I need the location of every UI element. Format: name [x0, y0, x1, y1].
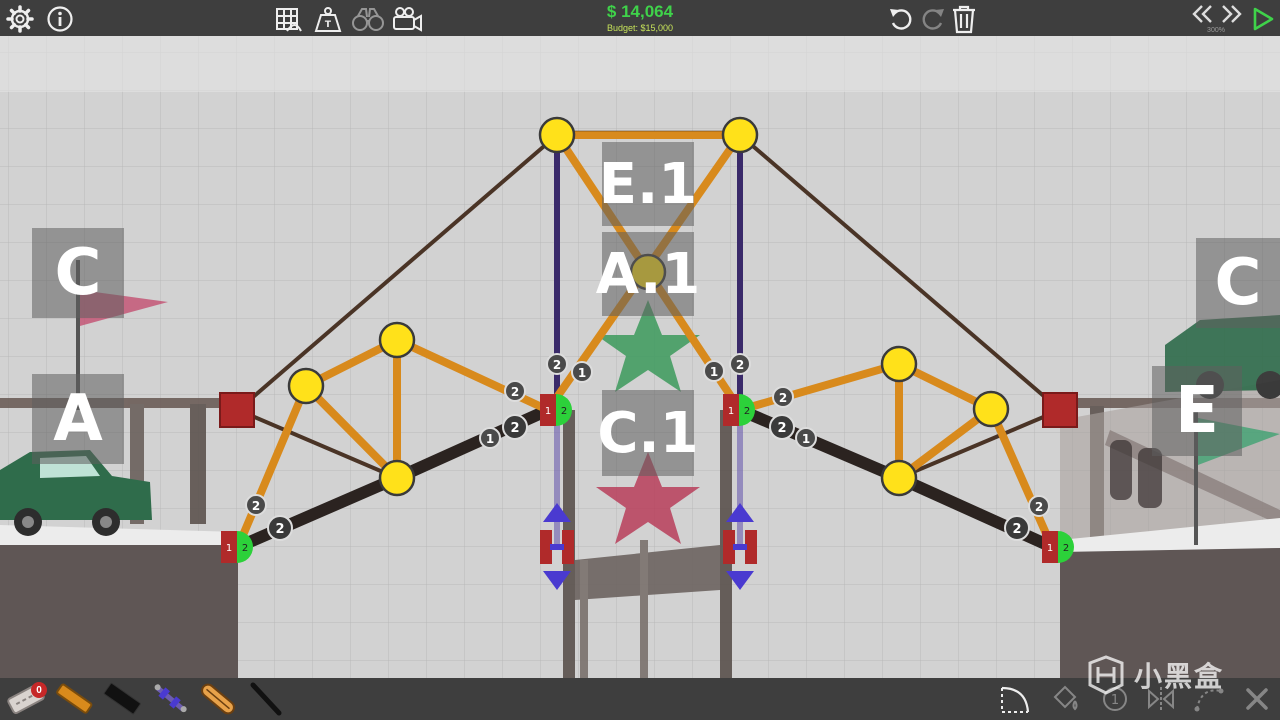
game-viewport[interactable]: 1 2 1 2 1 2 1 2 2 2 2 2 1 2 1 2 1 2 2 1 …: [0, 0, 1280, 720]
info-icon[interactable]: [45, 4, 75, 34]
svg-text:2: 2: [1012, 522, 1021, 537]
svg-text:2: 2: [1063, 543, 1069, 554]
hydraulics-material-icon[interactable]: [148, 680, 192, 718]
checkpoint-a1: A.1: [596, 232, 700, 316]
svg-text:1: 1: [802, 432, 810, 446]
split-joint-bottom-left[interactable]: 1 2: [221, 531, 253, 563]
svg-text:2: 2: [777, 421, 786, 436]
watermark: 小黑盒: [1086, 650, 1246, 700]
wood-material-icon[interactable]: [52, 680, 96, 718]
camera-icon[interactable]: [390, 4, 424, 34]
scene-svg: 1 2 1 2 1 2 1 2 2 2 2 2 1 2 1 2 1 2 2 1 …: [0, 0, 1280, 720]
svg-text:2: 2: [252, 499, 260, 513]
play-icon[interactable]: [1248, 4, 1278, 34]
checkpoint-c-right: C: [1196, 238, 1280, 328]
svg-text:2: 2: [744, 406, 750, 417]
road-count-badge: 0: [31, 682, 47, 698]
undo-icon[interactable]: [886, 4, 916, 34]
checkpoint-e-right: E: [1152, 366, 1242, 456]
watermark-logo-icon: [1088, 655, 1124, 695]
anchor-left[interactable]: [219, 392, 255, 428]
speed-up-icon[interactable]: [1218, 2, 1244, 26]
checkpoint-a-left: A: [32, 374, 124, 464]
checkpoint-e1: E.1: [599, 142, 697, 226]
svg-text:2: 2: [242, 543, 248, 554]
steel-material-icon[interactable]: [100, 680, 144, 718]
cable-material-icon[interactable]: [244, 680, 288, 718]
checkpoint-c1: C.1: [597, 390, 699, 476]
trash-icon[interactable]: [948, 3, 980, 35]
redo-icon[interactable]: [918, 4, 948, 34]
svg-text:1: 1: [545, 406, 551, 417]
svg-text:T: T: [325, 20, 332, 30]
weight-icon[interactable]: T: [312, 4, 344, 34]
svg-text:1: 1: [578, 366, 586, 380]
svg-text:1: 1: [1047, 543, 1053, 554]
money-remaining: $ 14,064: [606, 2, 674, 21]
arc-tool-icon[interactable]: [996, 680, 1034, 718]
svg-text:2: 2: [275, 522, 284, 537]
rope-material-icon[interactable]: [196, 680, 240, 718]
split-joint-mid-left[interactable]: 1 2: [540, 394, 572, 426]
svg-text:2: 2: [553, 358, 561, 372]
checkpoint-c-left: C: [32, 228, 124, 318]
left-bank: [0, 538, 238, 678]
bridge-grid-icon[interactable]: [272, 4, 304, 34]
svg-text:2: 2: [561, 406, 567, 417]
watermark-text: 小黑盒: [1134, 660, 1225, 693]
binoculars-icon[interactable]: [350, 4, 386, 34]
split-joint-mid-right[interactable]: 1 2: [723, 394, 755, 426]
paint-bucket-icon[interactable]: [1046, 680, 1084, 718]
svg-text:2: 2: [511, 385, 519, 399]
svg-text:2: 2: [736, 358, 744, 372]
settings-gear-icon[interactable]: [5, 4, 35, 34]
slow-down-icon[interactable]: [1190, 2, 1216, 26]
svg-text:1: 1: [486, 432, 494, 446]
svg-text:2: 2: [510, 421, 519, 436]
svg-text:1: 1: [728, 406, 734, 417]
svg-text:2: 2: [779, 391, 787, 405]
simulation-speed: 300%: [1207, 27, 1225, 34]
svg-text:2: 2: [1035, 500, 1043, 514]
split-joint-bottom-right[interactable]: 1 2: [1042, 531, 1074, 563]
svg-text:1: 1: [710, 365, 718, 379]
anchor-right[interactable]: [1042, 392, 1078, 428]
budget-label: Budget: $15,000: [606, 23, 674, 33]
svg-text:1: 1: [226, 543, 232, 554]
